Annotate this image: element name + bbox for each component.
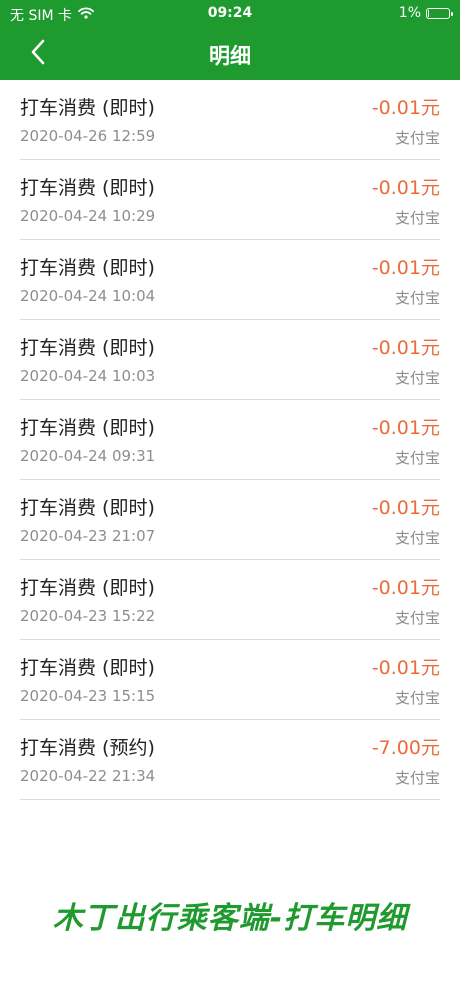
- transaction-description: 打车消费 (即时): [20, 577, 155, 599]
- transaction-amount: -0.01元: [371, 257, 440, 279]
- transaction-description: 打车消费 (预约): [20, 737, 155, 759]
- battery-percent: 1%: [398, 5, 421, 21]
- transaction-description: 打车消费 (即时): [20, 97, 155, 119]
- transaction-row[interactable]: 打车消费 (即时) 2020-04-23 15:22 -0.01元 支付宝: [20, 560, 440, 640]
- transaction-row[interactable]: 打车消费 (预约) 2020-04-22 21:34 -7.00元 支付宝: [20, 720, 440, 800]
- transaction-row[interactable]: 打车消费 (即时) 2020-04-23 15:15 -0.01元 支付宝: [20, 640, 440, 720]
- nav-bar: 明细: [0, 28, 460, 80]
- transaction-amount: -0.01元: [371, 337, 440, 359]
- transaction-amount: -0.01元: [371, 417, 440, 439]
- transaction-row[interactable]: 打车消费 (即时) 2020-04-24 10:03 -0.01元 支付宝: [20, 320, 440, 400]
- transaction-amount: -0.01元: [371, 97, 440, 119]
- transaction-date: 2020-04-24 10:29: [20, 207, 156, 225]
- transaction-date: 2020-04-23 15:22: [20, 607, 156, 625]
- transaction-description: 打车消费 (即时): [20, 257, 155, 279]
- transaction-date: 2020-04-24 10:03: [20, 367, 156, 385]
- payment-method: 支付宝: [394, 769, 440, 787]
- transaction-amount: -0.01元: [371, 657, 440, 679]
- page-title: 明细: [209, 44, 251, 68]
- transaction-date: 2020-04-24 09:31: [20, 447, 156, 465]
- payment-method: 支付宝: [394, 529, 440, 547]
- transaction-amount: -0.01元: [371, 497, 440, 519]
- caption-watermark: 木丁出行乘客端-打车明细: [52, 901, 408, 936]
- transaction-date: 2020-04-22 21:34: [20, 767, 156, 785]
- battery-group: 1%: [398, 5, 453, 21]
- transaction-date: 2020-04-26 12:59: [20, 127, 156, 145]
- transaction-date: 2020-04-24 10:04: [20, 287, 156, 305]
- payment-method: 支付宝: [394, 289, 440, 307]
- transaction-date: 2020-04-23 15:15: [20, 687, 156, 705]
- transaction-row[interactable]: 打车消费 (即时) 2020-04-24 10:04 -0.01元 支付宝: [20, 240, 440, 320]
- status-bar: 无 SIM 卡 09:24 1%: [0, 0, 460, 28]
- transaction-row[interactable]: 打车消费 (即时) 2020-04-24 10:29 -0.01元 支付宝: [20, 160, 440, 240]
- battery-icon: [426, 7, 453, 19]
- transaction-row[interactable]: 打车消费 (即时) 2020-04-23 21:07 -0.01元 支付宝: [20, 480, 440, 560]
- transaction-description: 打车消费 (即时): [20, 337, 155, 359]
- transaction-description: 打车消费 (即时): [20, 657, 155, 679]
- transaction-row[interactable]: 打车消费 (即时) 2020-04-26 12:59 -0.01元 支付宝: [20, 80, 440, 160]
- transaction-amount: -0.01元: [371, 177, 440, 199]
- transaction-description: 打车消费 (即时): [20, 417, 155, 439]
- transaction-amount: -0.01元: [371, 577, 440, 599]
- payment-method: 支付宝: [394, 369, 440, 387]
- payment-method: 支付宝: [394, 209, 440, 227]
- payment-method: 支付宝: [394, 689, 440, 707]
- transaction-row[interactable]: 打车消费 (即时) 2020-04-24 09:31 -0.01元 支付宝: [20, 400, 440, 480]
- transaction-amount: -7.00元: [371, 737, 440, 759]
- transaction-description: 打车消费 (即时): [20, 497, 155, 519]
- transaction-list: 打车消费 (即时) 2020-04-26 12:59 -0.01元 支付宝 打车…: [0, 80, 460, 800]
- payment-method: 支付宝: [394, 129, 440, 147]
- status-time: 09:24: [207, 5, 253, 21]
- transaction-date: 2020-04-23 21:07: [20, 527, 156, 545]
- payment-method: 支付宝: [394, 449, 440, 467]
- transaction-description: 打车消费 (即时): [20, 177, 155, 199]
- payment-method: 支付宝: [394, 609, 440, 627]
